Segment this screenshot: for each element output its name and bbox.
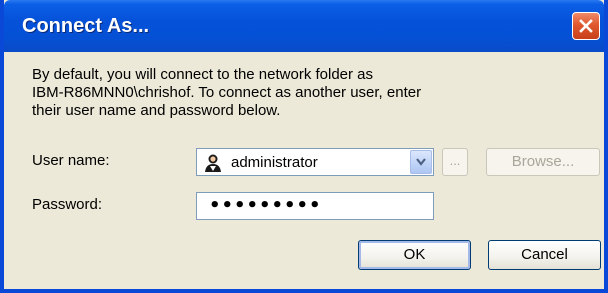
description-line: their user name and password below. bbox=[32, 102, 281, 119]
ok-button[interactable]: OK bbox=[358, 240, 471, 270]
window-title: Connect As... bbox=[22, 15, 150, 37]
password-field[interactable]: ••••••••• bbox=[196, 192, 434, 220]
cancel-button[interactable]: Cancel bbox=[488, 240, 601, 270]
password-label: Password: bbox=[32, 196, 103, 213]
description-text: By default, you will connect to the netw… bbox=[32, 66, 592, 120]
close-button[interactable] bbox=[572, 12, 600, 40]
description-line: By default, you will connect to the netw… bbox=[32, 66, 374, 83]
dialog-content: By default, you will connect to the netw… bbox=[4, 52, 604, 289]
connect-as-dialog: Connect As... By default, you will conne… bbox=[0, 0, 608, 293]
username-dropdown-button[interactable] bbox=[410, 150, 432, 174]
user-icon bbox=[205, 154, 221, 172]
chevron-down-icon bbox=[416, 158, 426, 166]
close-icon bbox=[579, 19, 593, 33]
description-line: IBM-R86MNN0\chrishof. To connect as anot… bbox=[32, 84, 422, 101]
username-combobox[interactable]: administrator bbox=[196, 148, 434, 176]
browse-button[interactable]: Browse... bbox=[486, 148, 600, 176]
title-bar[interactable]: Connect As... bbox=[4, 0, 604, 52]
username-label: User name: bbox=[32, 152, 110, 169]
ellipsis-button[interactable]: ... bbox=[442, 148, 468, 176]
username-value: administrator bbox=[231, 154, 318, 171]
